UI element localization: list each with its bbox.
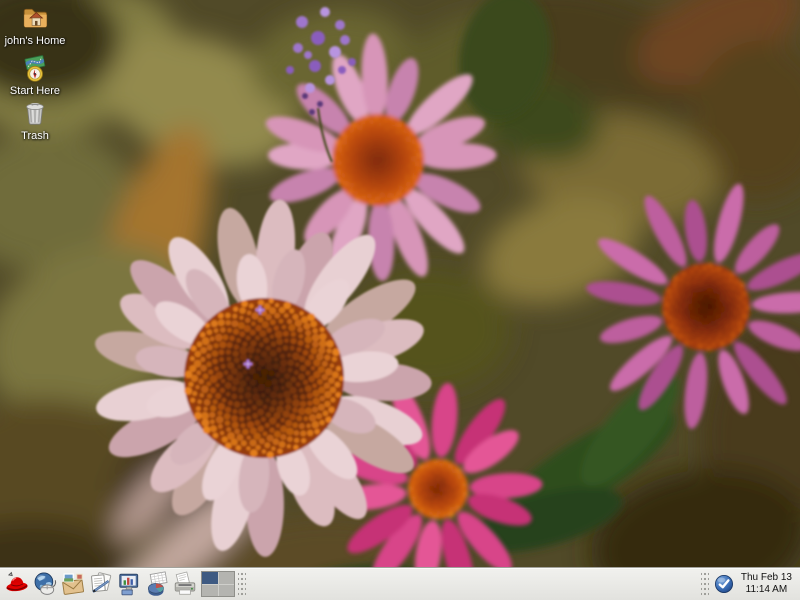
writer-documents-icon [88, 571, 114, 597]
icon-label: Start Here [10, 85, 60, 97]
impress-chart-icon [116, 571, 142, 597]
clock-date: Thu Feb 13 [741, 572, 792, 584]
workspace-2[interactable] [219, 572, 235, 584]
icon-label: john's Home [5, 35, 66, 47]
spreadsheet-button[interactable] [143, 570, 170, 599]
start-here-icon [20, 53, 50, 83]
workspace-3[interactable] [202, 585, 218, 597]
globe-browser-icon [32, 571, 58, 597]
icon-label: Trash [21, 130, 49, 142]
desktop-icon-trash[interactable]: Trash [2, 98, 68, 142]
web-browser-button[interactable] [31, 570, 58, 599]
main-menu-button[interactable] [3, 570, 30, 599]
red-hat-menu-icon [4, 571, 30, 597]
clock-time: 11:14 AM [741, 584, 792, 596]
update-notification[interactable] [712, 572, 736, 596]
desktop-icon-home[interactable]: john's Home [2, 3, 68, 47]
desktop-icon-start-here[interactable]: Start Here [2, 53, 68, 97]
home-folder-icon [20, 3, 50, 33]
panel-clock[interactable]: Thu Feb 13 11:14 AM [737, 572, 797, 596]
trash-icon [20, 98, 50, 128]
email-button[interactable] [59, 570, 86, 599]
taskbar-panel: Thu Feb 13 11:14 AM [0, 567, 800, 600]
calc-pie-chart-icon [144, 571, 170, 597]
word-processor-button[interactable] [87, 570, 114, 599]
email-envelope-icon [60, 571, 86, 597]
presentations-button[interactable] [115, 570, 142, 599]
workspace-1[interactable] [202, 572, 218, 584]
panel-drag-handle[interactable] [238, 572, 246, 596]
desktop: john's Home Start Here [0, 0, 800, 600]
wallpaper-photo [0, 0, 800, 600]
printer-icon [172, 571, 198, 597]
panel-drag-handle[interactable] [701, 572, 709, 596]
update-check-icon [713, 573, 735, 595]
workspace-4[interactable] [219, 585, 235, 597]
workspace-switcher[interactable] [201, 571, 235, 597]
print-manager-button[interactable] [171, 570, 198, 599]
